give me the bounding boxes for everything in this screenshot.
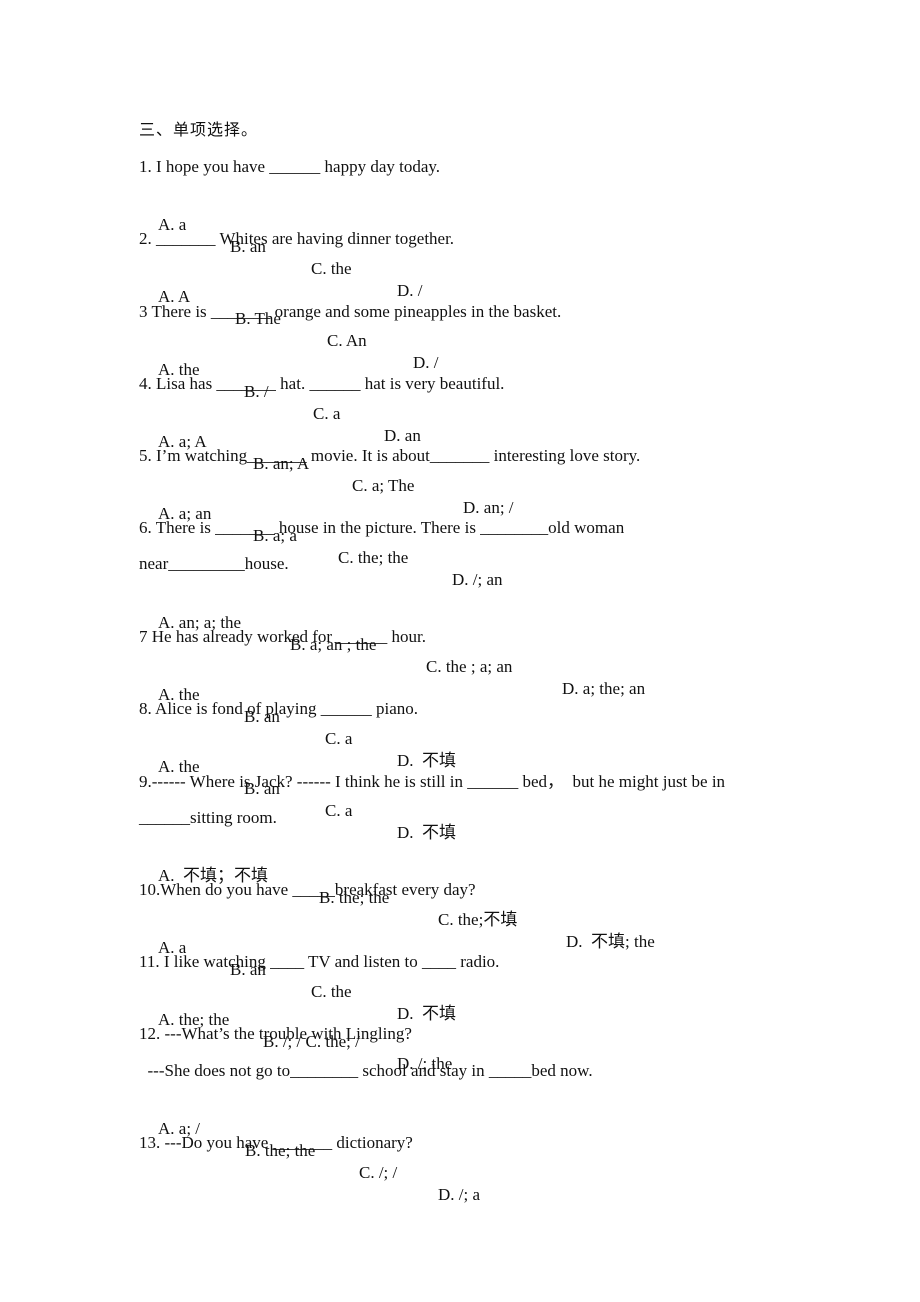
option-c: C. the; the bbox=[338, 548, 409, 567]
question-6-stem-cont: near_________house. bbox=[139, 554, 289, 573]
question-1-stem: 1. I hope you have ______ happy day toda… bbox=[139, 157, 441, 176]
question-12-options: A. a; / B. the; the C. /; / D. /; a bbox=[158, 1096, 480, 1228]
question-13-stem: 13. ---Do you have _______ dictionary? bbox=[139, 1133, 413, 1152]
option-d: D. /; an bbox=[452, 570, 503, 589]
question-7-stem: 7 He has already worked for ______ hour. bbox=[139, 627, 427, 646]
section-heading: 三、单项选择。 bbox=[139, 122, 259, 139]
option-c: C. the bbox=[311, 259, 352, 278]
question-12-stem: 12. ---What’s the trouble with Lingling? bbox=[139, 1024, 412, 1043]
question-9-stem-cont: ______sitting room. bbox=[139, 808, 277, 827]
option-d: D. 不填; the bbox=[566, 932, 655, 951]
option-c: C. a bbox=[313, 404, 341, 423]
option-d: D. / bbox=[413, 353, 439, 372]
option-d: D. /; a bbox=[438, 1185, 481, 1204]
option-c: C. /; / bbox=[359, 1163, 398, 1182]
question-6-stem: 6. There is _______ house in the picture… bbox=[139, 518, 625, 537]
option-d: D. / bbox=[397, 281, 423, 300]
question-8-stem: 8. Alice is fond of playing ______ piano… bbox=[139, 699, 419, 718]
question-11-stem: 11. I like watching ____ TV and listen t… bbox=[139, 952, 500, 971]
option-c: C. a bbox=[325, 729, 353, 748]
question-10-stem: 10.When do you have _____breakfast every… bbox=[139, 880, 476, 899]
option-d: D. 不填 bbox=[397, 751, 457, 770]
option-d: D. a; the; an bbox=[562, 679, 646, 698]
option-c: C. a bbox=[325, 801, 353, 820]
option-d: D. an bbox=[384, 426, 421, 445]
option-d: D. 不填 bbox=[397, 823, 457, 842]
question-9-stem: 9.------ Where is Jack? ------ I think h… bbox=[139, 772, 726, 791]
option-c: C. the ; a; an bbox=[426, 657, 513, 676]
option-d: D. 不填 bbox=[397, 1004, 457, 1023]
document-page: 三、单项选择。 1. I hope you have ______ happy … bbox=[0, 0, 920, 1302]
option-d: D. an; / bbox=[463, 498, 514, 517]
option-c: C. the;不填 bbox=[438, 910, 518, 929]
option-c: C. the bbox=[311, 982, 352, 1001]
question-2-stem: 2. _______ Whites are having dinner toge… bbox=[139, 229, 455, 248]
option-c: C. a; The bbox=[352, 476, 415, 495]
option-c: C. An bbox=[327, 331, 367, 350]
question-3-stem: 3 There is _______ orange and some pinea… bbox=[139, 302, 562, 321]
question-12-stem-cont: ---She does not go to________ school and… bbox=[139, 1061, 593, 1080]
question-5-stem: 5. I’m watching_______ movie. It is abou… bbox=[139, 446, 641, 465]
question-4-stem: 4. Lisa has _______ hat. ______ hat is v… bbox=[139, 374, 505, 393]
